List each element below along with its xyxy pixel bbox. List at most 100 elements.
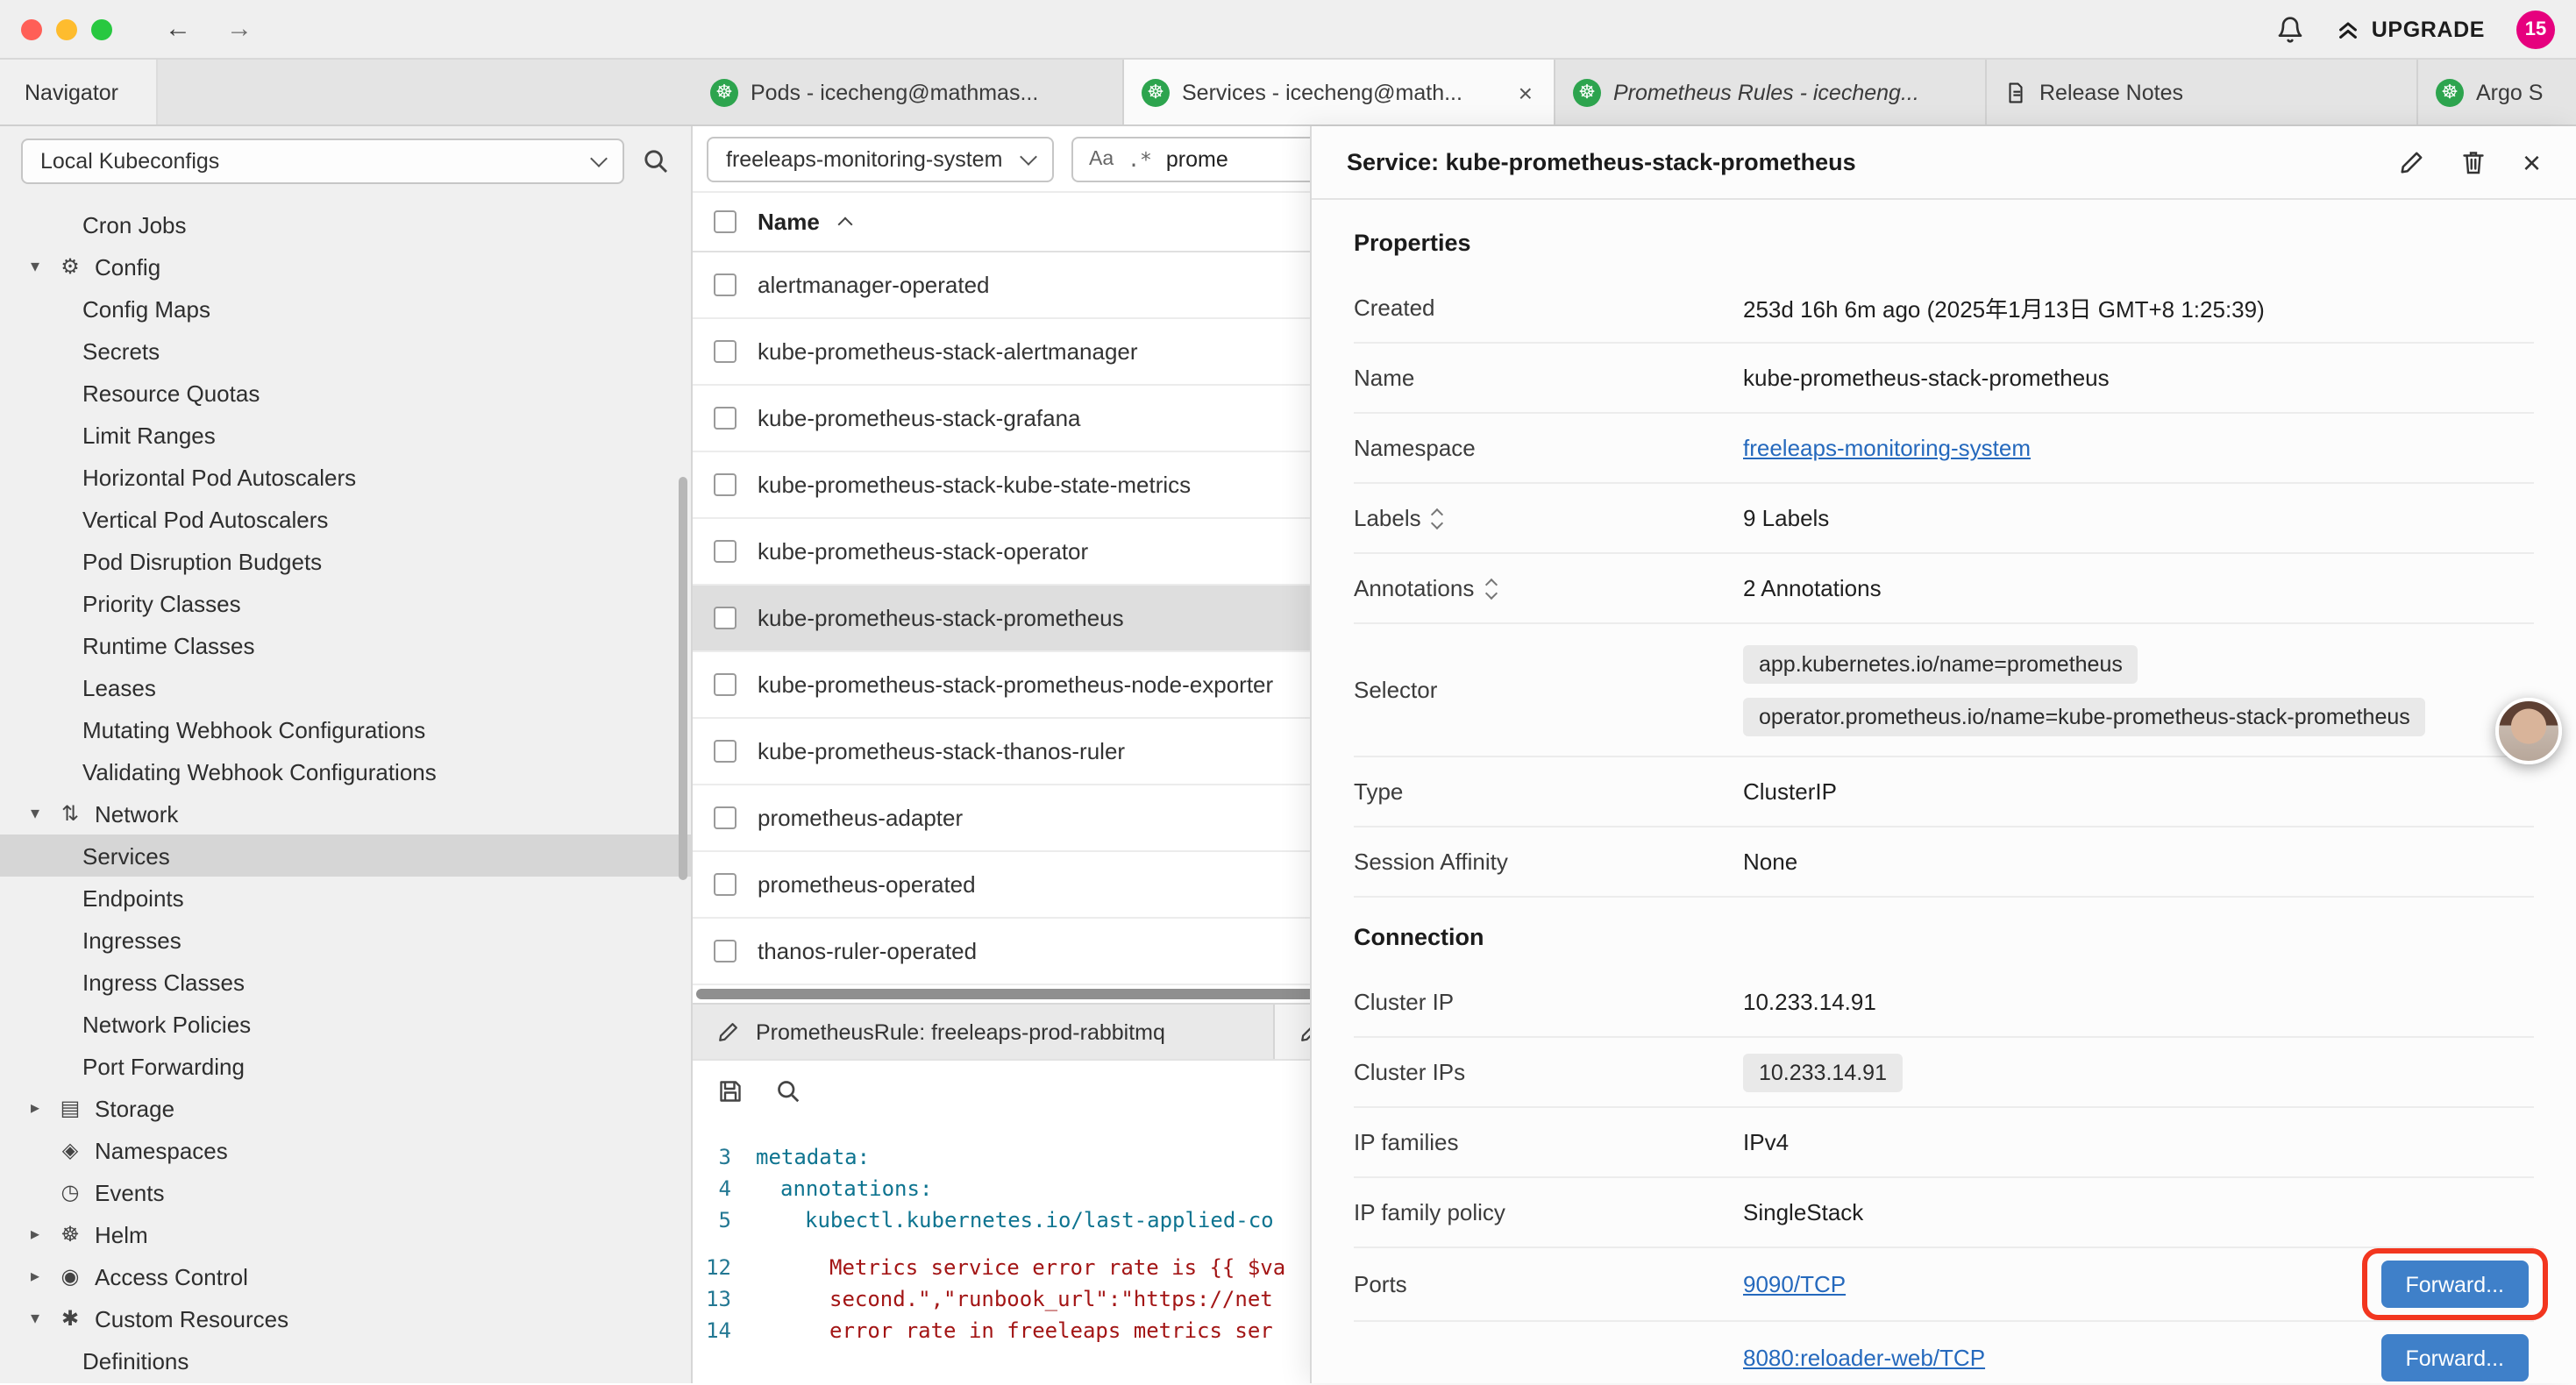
sidebar-item-mutating-webhook-configurations[interactable]: Mutating Webhook Configurations (0, 708, 691, 750)
traffic-lights (21, 18, 112, 39)
sidebar-item-config[interactable]: ▾⚙Config (0, 245, 691, 288)
edit-pencil-icon (717, 1020, 740, 1043)
sidebar-item-custom-resources[interactable]: ▾✱Custom Resources (0, 1297, 691, 1339)
sidebar-item-ingresses[interactable]: Ingresses (0, 919, 691, 961)
sidebar-item-namespaces[interactable]: ◈Namespaces (0, 1129, 691, 1171)
sidebar-item-runtime-classes[interactable]: Runtime Classes (0, 624, 691, 666)
regex-toggle[interactable]: .* (1128, 146, 1152, 171)
match-case-toggle[interactable]: Aa (1089, 148, 1114, 169)
sidebar-item-label: Horizontal Pod Autoscalers (82, 464, 356, 490)
tab-release-notes[interactable]: Release Notes (1987, 60, 2418, 124)
sidebar-item-ingress-classes[interactable]: Ingress Classes (0, 961, 691, 1003)
sidebar-item-leases[interactable]: Leases (0, 666, 691, 708)
detail-label: Namespace (1354, 435, 1743, 461)
kubeconfig-select[interactable]: Local Kubeconfigs (21, 138, 624, 184)
sidebar-item-access-control[interactable]: ▸◉Access Control (0, 1255, 691, 1297)
sidebar-item-config-maps[interactable]: Config Maps (0, 288, 691, 330)
row-checkbox[interactable] (714, 940, 737, 962)
sidebar-item-services[interactable]: Services (0, 835, 691, 877)
sidebar-item-helm[interactable]: ▸☸Helm (0, 1213, 691, 1255)
edit-resource-button[interactable] (2400, 149, 2426, 175)
namespace-select[interactable]: freeleaps-monitoring-system (707, 136, 1054, 181)
sidebar-item-pod-disruption-budgets[interactable]: Pod Disruption Budgets (0, 540, 691, 582)
kubernetes-cluster-icon: ☸ (2436, 78, 2464, 106)
editor-search-button[interactable] (775, 1077, 801, 1104)
notification-count-badge[interactable]: 15 (2516, 10, 2555, 48)
sort-ascending-icon[interactable] (838, 217, 853, 232)
detail-row-name: Namekube-prometheus-stack-prometheus (1354, 344, 2534, 414)
minimize-window-button[interactable] (56, 18, 77, 39)
row-checkbox[interactable] (714, 273, 737, 296)
sidebar-item-label: Network (95, 800, 178, 827)
sidebar-item-definitions[interactable]: Definitions (0, 1339, 691, 1381)
detail-label: Labels (1354, 505, 1743, 531)
forward-button[interactable]: Forward... (2380, 1261, 2529, 1308)
upgrade-button[interactable]: UPGRADE (2337, 17, 2485, 41)
tab-argo-s[interactable]: ☸Argo S (2418, 60, 2576, 124)
sidebar-item-cron-jobs[interactable]: Cron Jobs (0, 203, 691, 245)
row-checkbox[interactable] (714, 407, 737, 430)
sidebar-scrollbar[interactable] (679, 477, 687, 880)
helm-icon: ☸ (56, 1222, 84, 1246)
expand-toggle-icon[interactable] (1486, 579, 1495, 597)
namespace-link[interactable]: freeleaps-monitoring-system (1743, 435, 2031, 461)
tab-prometheus-rules-icecheng[interactable]: ☸Prometheus Rules - icecheng... (1555, 60, 1987, 124)
row-checkbox[interactable] (714, 806, 737, 829)
detail-label: IP family policy (1354, 1199, 1743, 1225)
zoom-window-button[interactable] (91, 18, 112, 39)
sidebar-item-port-forwarding[interactable]: Port Forwarding (0, 1045, 691, 1087)
forward-button[interactable]: Forward... (2380, 1334, 2529, 1381)
namespaces-icon: ◈ (56, 1138, 84, 1162)
sidebar-item-limit-ranges[interactable]: Limit Ranges (0, 414, 691, 456)
detail-label: Ports (1354, 1271, 1743, 1297)
resource-tree: Cron Jobs▾⚙ConfigConfig MapsSecretsResou… (0, 203, 691, 1383)
navigator-panel-tab[interactable]: Navigator (0, 60, 158, 124)
port-link-8080-reloader-web-tcp[interactable]: 8080:reloader-web/TCP (1743, 1345, 1985, 1371)
sidebar-item-events[interactable]: ◷Events (0, 1171, 691, 1213)
forward-button[interactable]: → (226, 14, 253, 44)
editor-tab-prometheusrule[interactable]: PrometheusRule: freeleaps-prod-rabbitmq (693, 1005, 1275, 1059)
select-all-checkbox[interactable] (714, 210, 737, 233)
sidebar-item-network-policies[interactable]: Network Policies (0, 1003, 691, 1045)
user-avatar[interactable] (2495, 698, 2562, 764)
detail-label: IP families (1354, 1129, 1743, 1155)
row-checkbox[interactable] (714, 540, 737, 563)
row-checkbox[interactable] (714, 473, 737, 496)
notifications-bell-icon[interactable] (2277, 15, 2305, 43)
sidebar-item-horizontal-pod-autoscalers[interactable]: Horizontal Pod Autoscalers (0, 456, 691, 498)
detail-row-8080-reloader-web-tcp: 8080:reloader-web/TCP Forward... (1354, 1322, 2534, 1383)
delete-resource-button[interactable] (2461, 149, 2487, 175)
row-checkbox[interactable] (714, 873, 737, 896)
sidebar-item-storage[interactable]: ▸▤Storage (0, 1087, 691, 1129)
sidebar-item-network[interactable]: ▾⇅Network (0, 792, 691, 835)
selector-badge: app.kubernetes.io/name=prometheus (1743, 644, 2138, 683)
close-drawer-button[interactable]: × (2523, 146, 2541, 178)
sidebar-item-priority-classes[interactable]: Priority Classes (0, 582, 691, 624)
row-checkbox[interactable] (714, 740, 737, 763)
sidebar-item-endpoints[interactable]: Endpoints (0, 877, 691, 919)
line-number: 14 (693, 1315, 756, 1346)
name-column-header[interactable]: Name (758, 209, 820, 235)
detail-row-namespace: Namespacefreeleaps-monitoring-system (1354, 414, 2534, 484)
line-number: 5 (693, 1204, 756, 1236)
sidebar-item-resource-quotas[interactable]: Resource Quotas (0, 372, 691, 414)
sidebar-item-validating-webhook-configurations[interactable]: Validating Webhook Configurations (0, 750, 691, 792)
row-checkbox[interactable] (714, 673, 737, 696)
code-text: error rate in freeleaps metrics ser (756, 1315, 1273, 1346)
sidebar-item-vertical-pod-autoscalers[interactable]: Vertical Pod Autoscalers (0, 498, 691, 540)
save-button[interactable] (717, 1077, 744, 1104)
chevron-right-icon: ▸ (25, 1098, 46, 1118)
sidebar-search-icon[interactable] (642, 147, 670, 175)
tab-close-icon[interactable]: × (1515, 78, 1536, 106)
row-checkbox[interactable] (714, 607, 737, 629)
row-checkbox[interactable] (714, 340, 737, 363)
horizontal-scrollbar-thumb[interactable] (696, 989, 1380, 999)
port-link-9090-tcp[interactable]: 9090/TCP (1743, 1271, 1846, 1297)
tab-services-icecheng-math[interactable]: ☸Services - icecheng@math...× (1124, 60, 1555, 124)
expand-toggle-icon[interactable] (1434, 509, 1442, 527)
close-window-button[interactable] (21, 18, 42, 39)
line-number: 13 (693, 1283, 756, 1315)
back-button[interactable]: ← (165, 14, 191, 44)
tab-pods-icecheng-mathmas[interactable]: ☸Pods - icecheng@mathmas... (693, 60, 1124, 124)
sidebar-item-secrets[interactable]: Secrets (0, 330, 691, 372)
